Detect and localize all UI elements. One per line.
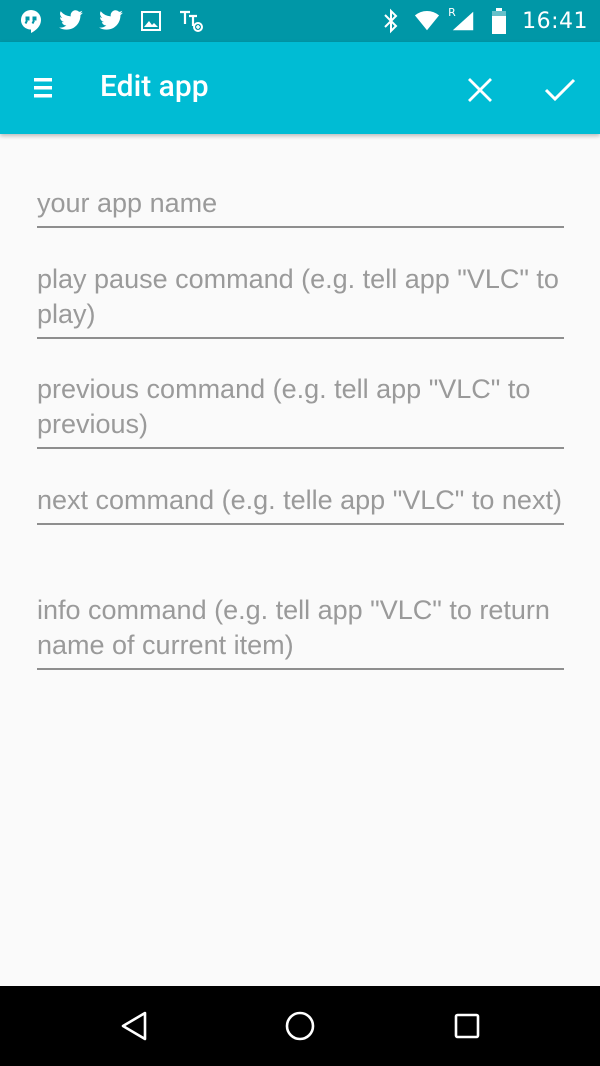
back-button[interactable]	[110, 1002, 158, 1050]
tts-icon	[178, 8, 204, 34]
navigation-bar	[0, 986, 600, 1066]
hangouts-icon	[18, 8, 44, 34]
signal-roaming-icon: R	[448, 6, 476, 34]
next-command-placeholder: next command (e.g. telle app "VLC" to ne…	[37, 485, 562, 515]
battery-icon	[486, 8, 512, 34]
home-button[interactable]	[276, 1002, 324, 1050]
twitter-icon	[58, 8, 84, 34]
save-button[interactable]	[536, 66, 584, 114]
close-icon	[468, 78, 492, 102]
previous-command-field[interactable]: previous command (e.g. tell app "VLC" to…	[37, 372, 564, 449]
app-name-field[interactable]: your app name	[37, 186, 564, 228]
menu-icon	[34, 78, 52, 98]
play-pause-command-field[interactable]: play pause command (e.g. tell app "VLC" …	[37, 262, 564, 339]
page-title: Edit app	[100, 69, 209, 104]
home-circle-icon	[285, 1011, 315, 1041]
system-icons: R 16:41	[378, 0, 588, 42]
clock: 16:41	[522, 8, 588, 34]
play-pause-command-placeholder: play pause command (e.g. tell app "VLC" …	[37, 264, 567, 329]
info-command-placeholder: info command (e.g. tell app "VLC" to ret…	[37, 595, 558, 660]
notification-icons	[18, 0, 204, 42]
recents-square-icon	[454, 1013, 480, 1039]
previous-command-placeholder: previous command (e.g. tell app "VLC" to…	[37, 374, 538, 439]
bluetooth-icon	[378, 8, 404, 34]
app-name-placeholder: your app name	[37, 188, 218, 218]
next-command-field[interactable]: next command (e.g. telle app "VLC" to ne…	[37, 483, 564, 525]
status-bar: R 16:41	[0, 0, 600, 42]
wifi-icon	[414, 8, 440, 34]
twitter-icon	[98, 8, 124, 34]
cancel-button[interactable]	[456, 66, 504, 114]
back-triangle-icon	[121, 1011, 147, 1041]
image-icon	[138, 8, 164, 34]
menu-button[interactable]	[22, 66, 66, 110]
recents-button[interactable]	[443, 1002, 491, 1050]
info-command-field[interactable]: info command (e.g. tell app "VLC" to ret…	[37, 593, 564, 670]
roaming-letter: R	[448, 6, 456, 19]
check-icon	[544, 78, 576, 102]
app-toolbar: Edit app	[0, 42, 600, 134]
